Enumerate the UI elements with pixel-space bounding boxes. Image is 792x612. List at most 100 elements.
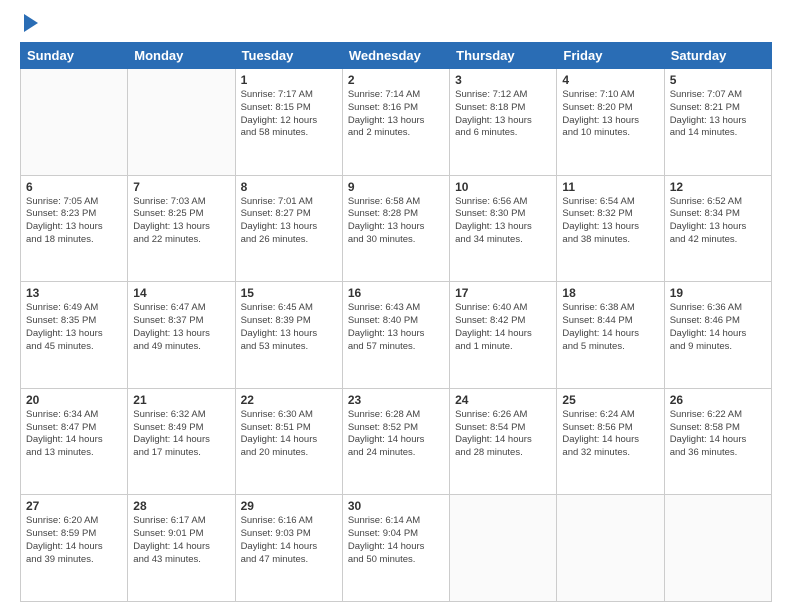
day-info: Sunrise: 7:10 AM Sunset: 8:20 PM Dayligh… bbox=[562, 89, 658, 140]
day-info: Sunrise: 6:58 AM Sunset: 8:28 PM Dayligh… bbox=[348, 196, 444, 247]
day-number: 18 bbox=[562, 286, 658, 300]
calendar-day-cell: 5Sunrise: 7:07 AM Sunset: 8:21 PM Daylig… bbox=[664, 69, 771, 176]
day-number: 30 bbox=[348, 499, 444, 513]
calendar-day-cell: 23 Sunrise: 6:28 AM Sunset: 8:52 PM Dayli… bbox=[342, 388, 449, 495]
calendar-day-cell: 19 Sunrise: 6:36 AM Sunset: 8:46 PM Dayli… bbox=[664, 282, 771, 389]
calendar-col-header: Friday bbox=[557, 43, 664, 69]
day-number: 12 bbox=[670, 180, 766, 194]
day-number: 21 bbox=[133, 393, 229, 407]
calendar-day-cell: 7 Sunrise: 7:03 AM Sunset: 8:25 PM Daylig… bbox=[128, 175, 235, 282]
logo-arrow-icon bbox=[24, 14, 38, 32]
calendar-day-cell: 21 Sunrise: 6:32 AM Sunset: 8:49 PM Dayli… bbox=[128, 388, 235, 495]
calendar-col-header: Monday bbox=[128, 43, 235, 69]
calendar-col-header: Saturday bbox=[664, 43, 771, 69]
calendar-day-cell: 11 Sunrise: 6:54 AM Sunset: 8:32 PM Dayli… bbox=[557, 175, 664, 282]
day-info: Sunrise: 6:36 AM Sunset: 8:46 PM Dayligh… bbox=[670, 302, 766, 353]
calendar-col-header: Sunday bbox=[21, 43, 128, 69]
day-number: 19 bbox=[670, 286, 766, 300]
calendar-day-cell: 29 Sunrise: 6:16 AM Sunset: 9:03 PM Dayli… bbox=[235, 495, 342, 602]
calendar-day-cell: 18 Sunrise: 6:38 AM Sunset: 8:44 PM Dayli… bbox=[557, 282, 664, 389]
calendar-day-cell: 28 Sunrise: 6:17 AM Sunset: 9:01 PM Dayli… bbox=[128, 495, 235, 602]
day-info: Sunrise: 6:30 AM Sunset: 8:51 PM Dayligh… bbox=[241, 409, 337, 460]
day-info: Sunrise: 6:32 AM Sunset: 8:49 PM Dayligh… bbox=[133, 409, 229, 460]
calendar-col-header: Tuesday bbox=[235, 43, 342, 69]
calendar-day-cell: 27 Sunrise: 6:20 AM Sunset: 8:59 PM Dayli… bbox=[21, 495, 128, 602]
day-number: 15 bbox=[241, 286, 337, 300]
calendar-day-cell: 20 Sunrise: 6:34 AM Sunset: 8:47 PM Dayli… bbox=[21, 388, 128, 495]
day-info: Sunrise: 6:24 AM Sunset: 8:56 PM Dayligh… bbox=[562, 409, 658, 460]
day-info: Sunrise: 7:03 AM Sunset: 8:25 PM Dayligh… bbox=[133, 196, 229, 247]
day-info: Sunrise: 6:17 AM Sunset: 9:01 PM Dayligh… bbox=[133, 515, 229, 566]
calendar-day-cell: 12 Sunrise: 6:52 AM Sunset: 8:34 PM Dayli… bbox=[664, 175, 771, 282]
calendar-day-cell: 26Sunrise: 6:22 AM Sunset: 8:58 PM Dayli… bbox=[664, 388, 771, 495]
day-info: Sunrise: 6:26 AM Sunset: 8:54 PM Dayligh… bbox=[455, 409, 551, 460]
day-info: Sunrise: 7:17 AM Sunset: 8:15 PM Dayligh… bbox=[241, 89, 337, 140]
day-number: 27 bbox=[26, 499, 122, 513]
calendar-day-cell: 22 Sunrise: 6:30 AM Sunset: 8:51 PM Dayli… bbox=[235, 388, 342, 495]
day-info: Sunrise: 7:12 AM Sunset: 8:18 PM Dayligh… bbox=[455, 89, 551, 140]
day-info: Sunrise: 6:49 AM Sunset: 8:35 PM Dayligh… bbox=[26, 302, 122, 353]
day-number: 22 bbox=[241, 393, 337, 407]
day-number: 17 bbox=[455, 286, 551, 300]
calendar-day-cell: 15 Sunrise: 6:45 AM Sunset: 8:39 PM Dayli… bbox=[235, 282, 342, 389]
header bbox=[20, 16, 772, 32]
page: SundayMondayTuesdayWednesdayThursdayFrid… bbox=[0, 0, 792, 612]
calendar-day-cell: 1 Sunrise: 7:17 AM Sunset: 8:15 PM Daylig… bbox=[235, 69, 342, 176]
day-number: 11 bbox=[562, 180, 658, 194]
day-info: Sunrise: 7:05 AM Sunset: 8:23 PM Dayligh… bbox=[26, 196, 122, 247]
calendar-table: SundayMondayTuesdayWednesdayThursdayFrid… bbox=[20, 42, 772, 602]
day-info: Sunrise: 6:28 AM Sunset: 8:52 PM Dayligh… bbox=[348, 409, 444, 460]
day-number: 24 bbox=[455, 393, 551, 407]
day-info: Sunrise: 6:47 AM Sunset: 8:37 PM Dayligh… bbox=[133, 302, 229, 353]
calendar-day-cell bbox=[664, 495, 771, 602]
calendar-day-cell: 25Sunrise: 6:24 AM Sunset: 8:56 PM Dayli… bbox=[557, 388, 664, 495]
day-info: Sunrise: 6:20 AM Sunset: 8:59 PM Dayligh… bbox=[26, 515, 122, 566]
day-info: Sunrise: 6:54 AM Sunset: 8:32 PM Dayligh… bbox=[562, 196, 658, 247]
calendar-day-cell: 10 Sunrise: 6:56 AM Sunset: 8:30 PM Dayli… bbox=[450, 175, 557, 282]
day-info: Sunrise: 6:38 AM Sunset: 8:44 PM Dayligh… bbox=[562, 302, 658, 353]
day-number: 6 bbox=[26, 180, 122, 194]
day-info: Sunrise: 7:07 AM Sunset: 8:21 PM Dayligh… bbox=[670, 89, 766, 140]
day-number: 8 bbox=[241, 180, 337, 194]
day-info: Sunrise: 6:34 AM Sunset: 8:47 PM Dayligh… bbox=[26, 409, 122, 460]
calendar-week-row: 1 Sunrise: 7:17 AM Sunset: 8:15 PM Daylig… bbox=[21, 69, 772, 176]
day-number: 29 bbox=[241, 499, 337, 513]
day-number: 4 bbox=[562, 73, 658, 87]
day-info: Sunrise: 6:14 AM Sunset: 9:04 PM Dayligh… bbox=[348, 515, 444, 566]
day-info: Sunrise: 6:45 AM Sunset: 8:39 PM Dayligh… bbox=[241, 302, 337, 353]
day-info: Sunrise: 6:43 AM Sunset: 8:40 PM Dayligh… bbox=[348, 302, 444, 353]
calendar-day-cell bbox=[557, 495, 664, 602]
day-number: 16 bbox=[348, 286, 444, 300]
day-info: Sunrise: 6:16 AM Sunset: 9:03 PM Dayligh… bbox=[241, 515, 337, 566]
calendar-day-cell: 14 Sunrise: 6:47 AM Sunset: 8:37 PM Dayli… bbox=[128, 282, 235, 389]
day-number: 14 bbox=[133, 286, 229, 300]
day-number: 10 bbox=[455, 180, 551, 194]
day-number: 2 bbox=[348, 73, 444, 87]
day-number: 9 bbox=[348, 180, 444, 194]
day-number: 1 bbox=[241, 73, 337, 87]
calendar-day-cell: 3 Sunrise: 7:12 AM Sunset: 8:18 PM Daylig… bbox=[450, 69, 557, 176]
calendar-header-row: SundayMondayTuesdayWednesdayThursdayFrid… bbox=[21, 43, 772, 69]
calendar-col-header: Wednesday bbox=[342, 43, 449, 69]
calendar-day-cell: 4 Sunrise: 7:10 AM Sunset: 8:20 PM Daylig… bbox=[557, 69, 664, 176]
calendar-day-cell: 30 Sunrise: 6:14 AM Sunset: 9:04 PM Dayli… bbox=[342, 495, 449, 602]
calendar-day-cell: 16 Sunrise: 6:43 AM Sunset: 8:40 PM Dayli… bbox=[342, 282, 449, 389]
calendar-day-cell: 17Sunrise: 6:40 AM Sunset: 8:42 PM Dayli… bbox=[450, 282, 557, 389]
calendar-day-cell bbox=[128, 69, 235, 176]
day-number: 3 bbox=[455, 73, 551, 87]
calendar-day-cell: 2Sunrise: 7:14 AM Sunset: 8:16 PM Daylig… bbox=[342, 69, 449, 176]
day-number: 23 bbox=[348, 393, 444, 407]
day-number: 7 bbox=[133, 180, 229, 194]
day-number: 26 bbox=[670, 393, 766, 407]
day-number: 28 bbox=[133, 499, 229, 513]
logo bbox=[20, 16, 38, 32]
day-info: Sunrise: 7:01 AM Sunset: 8:27 PM Dayligh… bbox=[241, 196, 337, 247]
calendar-day-cell bbox=[450, 495, 557, 602]
calendar-day-cell: 13 Sunrise: 6:49 AM Sunset: 8:35 PM Dayli… bbox=[21, 282, 128, 389]
day-info: Sunrise: 6:56 AM Sunset: 8:30 PM Dayligh… bbox=[455, 196, 551, 247]
day-info: Sunrise: 6:52 AM Sunset: 8:34 PM Dayligh… bbox=[670, 196, 766, 247]
calendar-col-header: Thursday bbox=[450, 43, 557, 69]
day-number: 20 bbox=[26, 393, 122, 407]
calendar-day-cell: 9 Sunrise: 6:58 AM Sunset: 8:28 PM Daylig… bbox=[342, 175, 449, 282]
day-number: 13 bbox=[26, 286, 122, 300]
